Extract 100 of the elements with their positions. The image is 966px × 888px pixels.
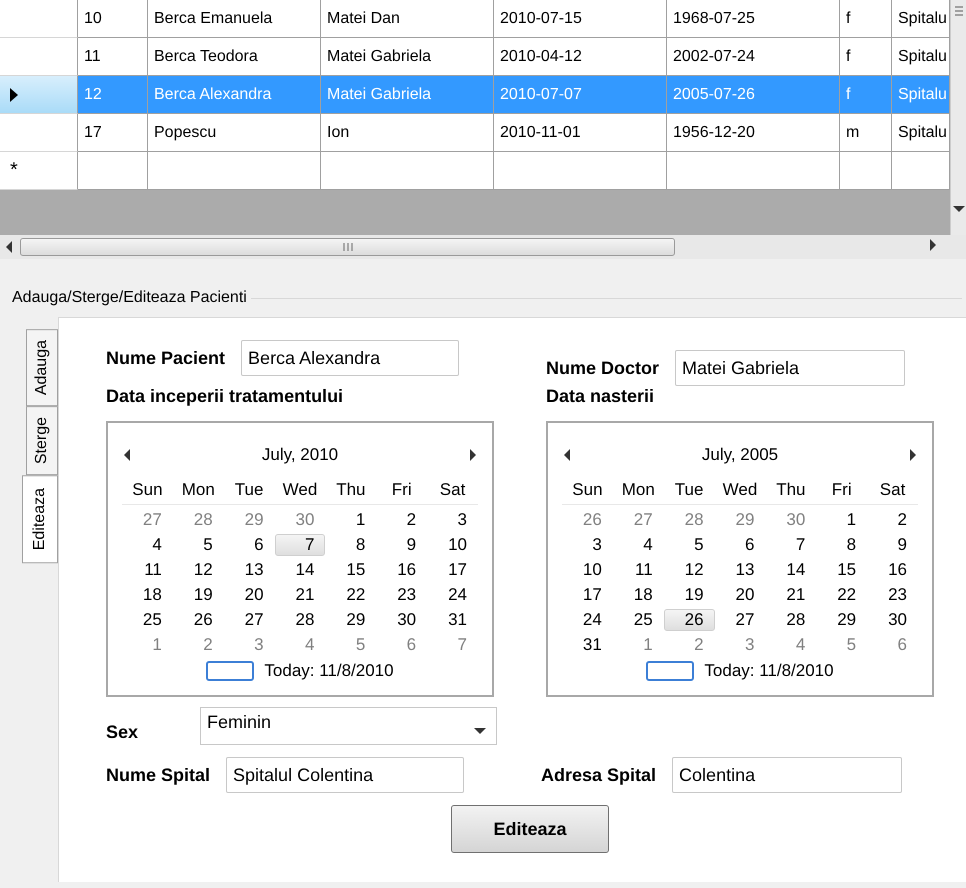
calendar-day[interactable]: 17 [562, 584, 613, 606]
text-field[interactable]: Spitalul Colentina [226, 757, 464, 793]
calendar-day[interactable]: 28 [664, 508, 715, 530]
calendar-day[interactable]: 11 [122, 558, 173, 580]
calendar-day[interactable]: 27 [714, 608, 766, 630]
calendar-day[interactable]: 10 [427, 534, 478, 556]
calendar-day[interactable]: 30 [867, 608, 918, 630]
scroll-thumb[interactable] [20, 238, 675, 256]
calendar-day[interactable]: 21 [274, 584, 326, 606]
scroll-right-icon[interactable] [928, 239, 938, 251]
calendar-day[interactable]: 30 [765, 508, 816, 530]
calendar-day[interactable]: 17 [427, 558, 478, 580]
calendar-day[interactable]: 3 [714, 634, 766, 656]
calendar-day[interactable]: 30 [274, 508, 326, 530]
text-field[interactable]: Berca Alexandra [241, 340, 460, 376]
calendar-day[interactable]: 25 [122, 608, 173, 630]
tab[interactable]: Editeaza [22, 475, 58, 564]
next-month-icon[interactable] [908, 449, 918, 461]
today-link[interactable]: Today: 11/8/2010 [264, 661, 394, 681]
calendar-day[interactable]: 6 [376, 634, 428, 656]
calendar-day[interactable]: 3 [224, 634, 275, 656]
calendar-day[interactable]: 5 [172, 534, 224, 556]
calendar-day[interactable]: 29 [816, 608, 868, 630]
calendar-day[interactable]: 29 [224, 508, 275, 530]
calendar-day[interactable]: 19 [664, 584, 715, 606]
calendar-day[interactable]: 25 [612, 608, 664, 630]
calendar-day[interactable]: 28 [274, 608, 326, 630]
calendar-day[interactable]: 4 [765, 634, 816, 656]
calendar-day[interactable]: 31 [427, 608, 478, 630]
calendar-day[interactable]: 16 [867, 558, 918, 580]
calendar-day[interactable]: 20 [224, 584, 275, 606]
calendar-day[interactable]: 26 [172, 608, 224, 630]
tab[interactable]: Adauga [26, 329, 58, 406]
calendar-day[interactable]: 7 [274, 534, 326, 556]
calendar-day[interactable]: 2 [376, 508, 428, 530]
calendar-day[interactable]: 16 [376, 558, 428, 580]
calendar-day[interactable]: 18 [612, 584, 664, 606]
calendar-day[interactable]: 27 [224, 608, 275, 630]
calendar-day[interactable]: 2 [664, 634, 715, 656]
calendar-day[interactable]: 11 [612, 558, 664, 580]
calendar-day[interactable]: 8 [325, 534, 376, 556]
calendar-day[interactable]: 27 [122, 508, 173, 530]
calendar-day[interactable]: 30 [376, 608, 428, 630]
calendar-day[interactable]: 4 [122, 534, 173, 556]
calendar-day[interactable]: 5 [816, 634, 868, 656]
calendar-day[interactable]: 1 [122, 634, 173, 656]
dropdown-arrow-icon[interactable] [474, 726, 486, 736]
previous-month-icon[interactable] [562, 449, 572, 461]
previous-month-icon[interactable] [122, 449, 132, 461]
calendar-day[interactable]: 1 [325, 508, 376, 530]
calendar-day[interactable]: 5 [325, 634, 376, 656]
calendar-day[interactable]: 29 [714, 508, 766, 530]
calendar-day[interactable]: 22 [816, 584, 868, 606]
calendar-day[interactable]: 28 [765, 608, 816, 630]
calendar-day[interactable]: 4 [612, 534, 664, 556]
calendar-day[interactable]: 22 [325, 584, 376, 606]
calendar-day[interactable]: 12 [172, 558, 224, 580]
calendar-day[interactable]: 13 [714, 558, 766, 580]
calendar-day[interactable]: 7 [427, 634, 478, 656]
calendar-day[interactable]: 1 [816, 508, 868, 530]
calendar-day[interactable]: 10 [562, 558, 613, 580]
text-field[interactable]: Matei Gabriela [675, 350, 906, 386]
vertical-scrollbar[interactable] [950, 0, 966, 235]
calendar-day[interactable]: 21 [765, 584, 816, 606]
calendar-day[interactable]: 6 [714, 534, 766, 556]
calendar-day[interactable]: 12 [664, 558, 715, 580]
calendar-day[interactable]: 26 [562, 508, 613, 530]
calendar-day[interactable]: 26 [664, 608, 715, 630]
calendar-day[interactable]: 6 [224, 534, 275, 556]
scroll-left-icon[interactable] [4, 241, 14, 253]
calendar-day[interactable]: 5 [664, 534, 715, 556]
dropdown[interactable]: Feminin [200, 707, 497, 745]
calendar-day[interactable]: 13 [224, 558, 275, 580]
calendar-day[interactable]: 7 [765, 534, 816, 556]
horizontal-scrollbar[interactable] [0, 235, 966, 259]
next-month-icon[interactable] [468, 449, 478, 461]
calendar-day[interactable]: 6 [867, 634, 918, 656]
calendar-day[interactable]: 2 [172, 634, 224, 656]
today-link[interactable]: Today: 11/8/2010 [704, 661, 834, 681]
calendar-day[interactable]: 2 [867, 508, 918, 530]
calendar-day[interactable]: 3 [427, 508, 478, 530]
calendar-day[interactable]: 14 [274, 558, 326, 580]
calendar-day[interactable]: 28 [172, 508, 224, 530]
calendar-day[interactable]: 18 [122, 584, 173, 606]
calendar-day[interactable]: 27 [612, 508, 664, 530]
calendar-day[interactable]: 23 [867, 584, 918, 606]
text-field[interactable]: Colentina [672, 757, 902, 793]
calendar-day[interactable]: 8 [816, 534, 868, 556]
calendar-day[interactable]: 4 [274, 634, 326, 656]
calendar-day[interactable]: 19 [172, 584, 224, 606]
calendar-day[interactable]: 9 [867, 534, 918, 556]
calendar-day[interactable]: 1 [612, 634, 664, 656]
calendar-day[interactable]: 31 [562, 634, 613, 656]
calendar-day[interactable]: 15 [325, 558, 376, 580]
calendar-day[interactable]: 9 [376, 534, 428, 556]
calendar-day[interactable]: 29 [325, 608, 376, 630]
calendar-day[interactable]: 24 [562, 608, 613, 630]
calendar-day[interactable]: 23 [376, 584, 428, 606]
calendar-day[interactable]: 24 [427, 584, 478, 606]
scroll-down-icon[interactable] [953, 204, 965, 214]
